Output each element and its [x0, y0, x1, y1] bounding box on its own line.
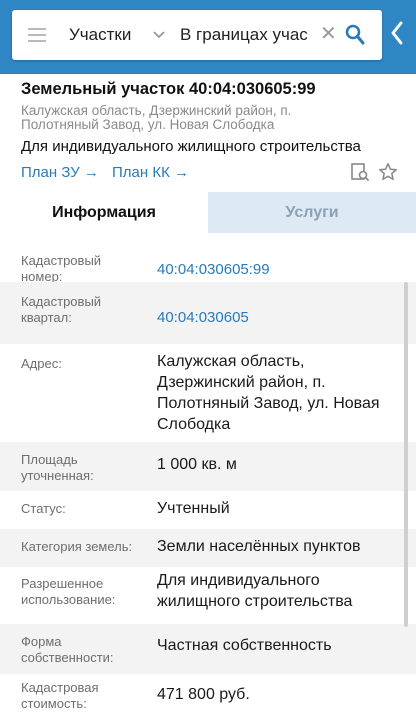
detail-label: Кадастровая стоимость:: [21, 680, 99, 711]
detail-label: Категория земель:: [21, 539, 133, 554]
search-box: Участки В границах учас ✕: [12, 10, 382, 60]
back-icon[interactable]: [390, 20, 404, 46]
detail-row-cadastral-value: Кадастровая стоимость: 471 800 руб.: [0, 674, 416, 721]
detail-value: 1 000 кв. м: [157, 456, 237, 473]
page-title: Земельный участок 40:04:030605:99: [21, 80, 316, 98]
detail-row-ownership: Форма собственности: Частная собственнос…: [0, 624, 416, 674]
plan-zu-link[interactable]: План ЗУ →: [21, 164, 99, 181]
favorite-star-icon[interactable]: [378, 162, 398, 182]
header-purpose: Для индивидуального жилищного строительс…: [21, 138, 361, 155]
top-bar: Участки В границах учас ✕: [0, 0, 416, 74]
detail-label: Кадастровый номер:: [21, 253, 102, 284]
detail-label: Статус:: [21, 501, 66, 516]
detail-row-area: Площадь уточненная: 1 000 кв. м: [0, 442, 416, 491]
detail-value: 471 800 руб.: [157, 686, 250, 703]
object-type-select[interactable]: Участки: [69, 25, 131, 45]
header-address: Калужская область, Дзержинский район, п.…: [21, 103, 292, 132]
detail-value: Калужская область, Дзержинский район, п.…: [157, 353, 380, 433]
menu-icon[interactable]: [28, 28, 46, 42]
document-search-icon[interactable]: [350, 162, 370, 182]
detail-label: Адрес:: [21, 356, 62, 371]
detail-label: Разрешенное использование:: [21, 576, 116, 607]
detail-value: Для индивидуального жилищного строительс…: [157, 572, 353, 610]
detail-label: Площадь уточненная:: [21, 452, 94, 483]
detail-row-permitted-use: Разрешенное использование: Для индивидуа…: [0, 567, 416, 624]
detail-row-cadastral-number: Кадастровый номер: 40:04:030605:99: [0, 233, 416, 284]
tab-information[interactable]: Информация: [0, 192, 208, 233]
tab-services[interactable]: Услуги: [208, 192, 416, 233]
scrollbar[interactable]: [404, 282, 408, 627]
detail-row-address: Адрес: Калужская область, Дзержинский ра…: [0, 344, 416, 442]
search-input[interactable]: В границах учас: [180, 25, 320, 45]
detail-label: Форма собственности:: [21, 634, 114, 665]
details-list: Кадастровый номер: 40:04:030605:99 Кадас…: [0, 233, 416, 721]
cadastral-quarter-link[interactable]: 40:04:030605: [157, 307, 397, 328]
detail-row-cadastral-quarter: Кадастровый квартал: 40:04:030605: [0, 282, 416, 344]
cadastral-number-link[interactable]: 40:04:030605:99: [157, 259, 397, 280]
detail-value: Частная собственность: [157, 637, 332, 654]
clear-icon[interactable]: ✕: [320, 24, 337, 44]
detail-row-status: Статус: Учтенный: [0, 491, 416, 529]
detail-row-land-category: Категория земель: Земли населённых пункт…: [0, 529, 416, 567]
detail-label: Кадастровый квартал:: [21, 294, 102, 325]
search-icon[interactable]: [345, 24, 365, 46]
chevron-down-icon[interactable]: [152, 27, 166, 41]
detail-value: Учтенный: [157, 500, 230, 517]
plan-kk-link[interactable]: План КК →: [112, 164, 189, 181]
detail-value: Земли населённых пунктов: [157, 538, 361, 555]
